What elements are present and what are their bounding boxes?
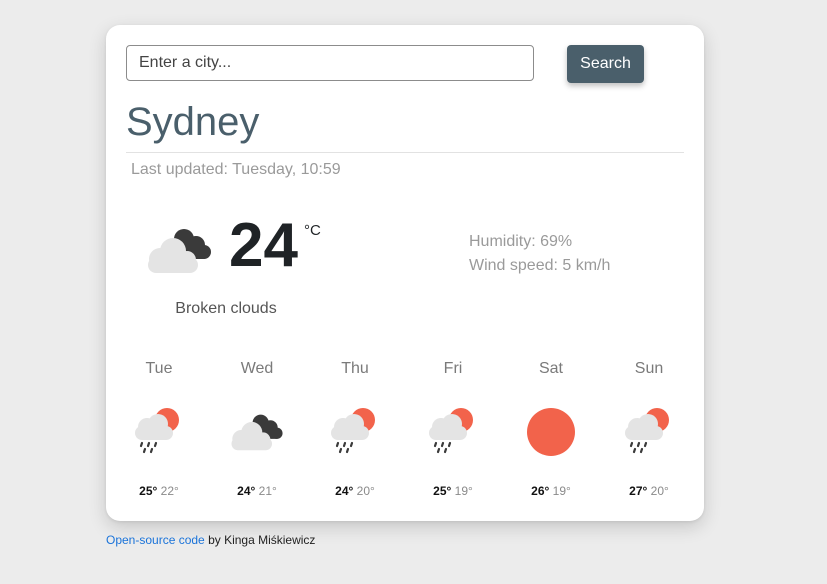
forecast-min: 22° — [160, 484, 179, 498]
forecast-day-name: Tue — [145, 360, 173, 377]
forecast-max: 24° — [335, 484, 354, 498]
forecast-temps: 26° 19° — [502, 484, 600, 498]
forecast-day-name: Sat — [538, 360, 563, 377]
last-updated: Last updated: Tuesday, 10:59 — [131, 161, 341, 178]
temperature-unit[interactable]: °C — [304, 222, 321, 239]
city-name: Sydney — [126, 100, 260, 144]
current-temperature: 24 — [229, 211, 298, 280]
rain-sun-icon — [129, 400, 189, 460]
broken-clouds-icon — [140, 221, 214, 275]
forecast-day: Sat 26° 19° — [502, 360, 600, 500]
divider — [126, 152, 684, 153]
forecast-max: 26° — [531, 484, 550, 498]
author-credit: by Kinga Miśkiewicz — [204, 533, 316, 547]
forecast-day: Wed 24° 21° — [208, 360, 306, 500]
forecast-min: 19° — [454, 484, 473, 498]
sun-icon — [521, 400, 581, 460]
forecast-day: Sun 27° 20° — [600, 360, 698, 500]
weather-card: Search Sydney Last updated: Tuesday, 10:… — [106, 25, 704, 521]
forecast-temps: 27° 20° — [600, 484, 698, 498]
footer: Open-source code by Kinga Miśkiewicz — [106, 533, 315, 547]
forecast-min: 20° — [356, 484, 375, 498]
rain-sun-icon — [423, 400, 483, 460]
forecast-day: Thu 24° 20° — [306, 360, 404, 500]
wind-speed: Wind speed: 5 km/h — [469, 257, 611, 274]
forecast-day-name: Wed — [240, 360, 274, 377]
forecast-min: 19° — [552, 484, 571, 498]
forecast-temps: 25° 22° — [110, 484, 208, 498]
forecast-temps: 24° 20° — [306, 484, 404, 498]
forecast: Tue 25° 22° Wed 24° 21° Thu 24° 20° Fri … — [110, 360, 698, 500]
forecast-day: Fri 25° 19° — [404, 360, 502, 500]
search-button[interactable]: Search — [567, 45, 644, 83]
rain-sun-icon — [619, 400, 679, 460]
forecast-min: 21° — [258, 484, 277, 498]
forecast-max: 25° — [139, 484, 158, 498]
forecast-temps: 24° 21° — [208, 484, 306, 498]
broken-clouds-icon — [227, 400, 287, 460]
forecast-max: 25° — [433, 484, 452, 498]
weather-description: Broken clouds — [175, 300, 277, 317]
city-search-input[interactable] — [126, 45, 534, 81]
source-code-link[interactable]: Open-source code — [106, 533, 205, 547]
forecast-max: 24° — [237, 484, 256, 498]
forecast-day-name: Sun — [634, 360, 664, 377]
forecast-min: 20° — [650, 484, 669, 498]
forecast-day: Tue 25° 22° — [110, 360, 208, 500]
rain-sun-icon — [325, 400, 385, 460]
humidity: Humidity: 69% — [469, 233, 573, 250]
forecast-day-name: Fri — [443, 360, 463, 377]
weather-details: Humidity: 69% Wind speed: 5 km/h — [469, 230, 610, 278]
forecast-max: 27° — [629, 484, 648, 498]
forecast-day-name: Thu — [341, 360, 369, 377]
forecast-temps: 25° 19° — [404, 484, 502, 498]
